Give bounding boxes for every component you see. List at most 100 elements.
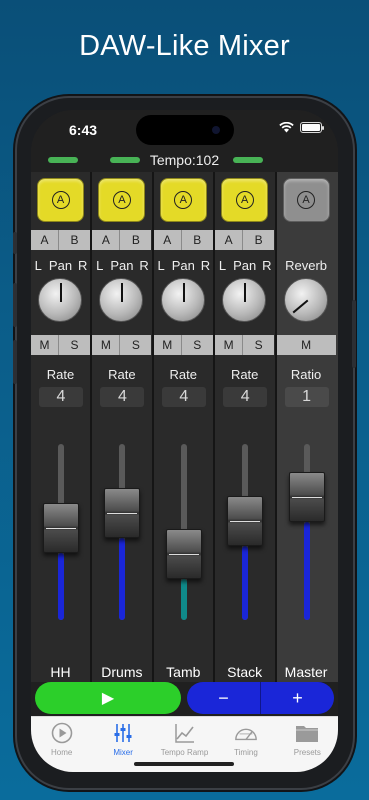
tab-home[interactable]: Home [31,717,92,772]
status-icons [279,122,324,133]
tempo-label: Tempo:102 [149,152,220,168]
pan-knob[interactable] [38,278,82,322]
record-arm-button[interactable]: A [37,178,84,222]
strip-name: Master [284,664,328,680]
fader-level-fill [58,553,64,620]
rate-value[interactable]: 4 [161,387,206,407]
rate-value[interactable]: 4 [223,387,268,407]
strip-name: HH [50,664,71,680]
channel-fader[interactable] [43,503,79,554]
a-button[interactable]: A [153,230,182,250]
channel-fader[interactable] [227,495,264,546]
b-button[interactable]: B [243,230,275,250]
record-circle-icon: A [112,191,131,209]
pan-text: Pan [171,258,195,273]
decrement-button[interactable]: − [187,682,261,714]
tab-label: Timing [234,748,258,757]
b-button[interactable]: B [181,230,213,250]
record-circle-icon: A [51,191,70,209]
wifi-icon [279,122,294,133]
rate-value[interactable]: 4 [39,387,83,407]
solo-button[interactable]: S [59,335,90,355]
solo-button[interactable]: S [120,335,152,355]
fader-level-fill [303,521,310,620]
pan-right-label: R [262,258,272,273]
mute-button[interactable]: M [215,335,244,355]
tab-label: Tempo Ramp [160,748,209,757]
fader-level-fill [180,579,187,620]
power-button [352,300,356,368]
status-time: 6:43 [69,122,98,138]
tempo-stepper: − + [187,682,334,714]
gauge-icon [234,722,258,744]
tab-label: Presets [293,748,321,757]
play-button[interactable]: ▶ [35,682,181,714]
fader-level-fill [119,538,126,620]
promo-title: DAW-Like Mixer [79,30,290,62]
mute-button[interactable]: M [31,335,59,355]
tab-label: Mixer [113,748,133,757]
mute-solo-row: M S [215,335,275,355]
rate-label: Rate [108,367,136,382]
volume-down-button [13,340,17,384]
ab-selector: A B [215,230,275,250]
pan-text: Pan [48,258,73,273]
channel-fader[interactable] [165,529,202,580]
ratio-value[interactable]: 1 [284,387,329,407]
home-indicator [134,762,234,766]
folder-icon [295,722,319,744]
solo-button[interactable]: S [243,335,275,355]
reverb-label: Reverb [285,258,328,273]
ratio-label: Ratio [290,367,322,382]
tab-label: Home [51,748,73,757]
master-mute-row: M [276,335,336,355]
channel-fader[interactable] [104,488,141,539]
tab-presets[interactable]: Presets [277,717,338,772]
record-arm-button[interactable]: A [159,178,207,222]
increment-button[interactable]: + [261,682,334,714]
rate-label: Rate [230,367,259,382]
master-fader[interactable] [288,471,325,522]
master-mute-button[interactable]: M [276,335,336,355]
a-button[interactable]: A [31,230,59,250]
tab-bar: Home Mixer Tempo Ramp Timing Presets [31,716,338,772]
record-arm-button[interactable]: A [98,178,146,222]
pan-left-label: L [218,258,227,273]
dynamic-island [136,115,234,145]
b-button[interactable]: B [120,230,152,250]
play-circle-icon [50,722,74,744]
app-screen: 6:43 Tempo:102 A A B L Pan R M S Rate 4 … [31,110,338,772]
rate-value[interactable]: 4 [100,387,145,407]
ab-selector: A B [92,230,152,250]
mute-button[interactable]: M [92,335,121,355]
pan-knob[interactable] [160,278,205,322]
record-circle-icon: A [297,191,316,209]
mute-solo-row: M S [153,335,213,355]
transport-bar: ▶ − + [35,682,334,714]
rate-label: Rate [46,367,75,382]
reverb-knob[interactable] [283,278,328,322]
pan-right-label: R [200,258,211,273]
pan-left-label: L [157,258,165,273]
pan-knob[interactable] [222,278,267,322]
ab-selector: A B [31,230,90,250]
pan-text: Pan [233,258,257,273]
camera-icon [212,126,220,134]
strip-name: Tamb [166,664,201,680]
battery-icon [300,122,324,133]
mute-button[interactable]: M [153,335,182,355]
channel-strip: A A B L Pan R M S Rate 4 Drums [92,172,154,682]
channel-strip: A A B L Pan R M S Rate 4 HH [31,172,93,682]
master-record-button[interactable]: A [282,178,330,222]
pan-right-label: R [139,258,149,273]
b-button[interactable]: B [59,230,90,250]
pan-knob[interactable] [99,278,144,322]
pan-label: L Pan R [31,258,90,273]
a-button[interactable]: A [92,230,121,250]
pan-label: L Pan R [154,258,213,273]
a-button[interactable]: A [215,230,244,250]
solo-button[interactable]: S [181,335,213,355]
record-arm-button[interactable]: A [221,178,269,222]
volume-up-button [13,283,17,327]
ab-selector: A B [153,230,213,250]
